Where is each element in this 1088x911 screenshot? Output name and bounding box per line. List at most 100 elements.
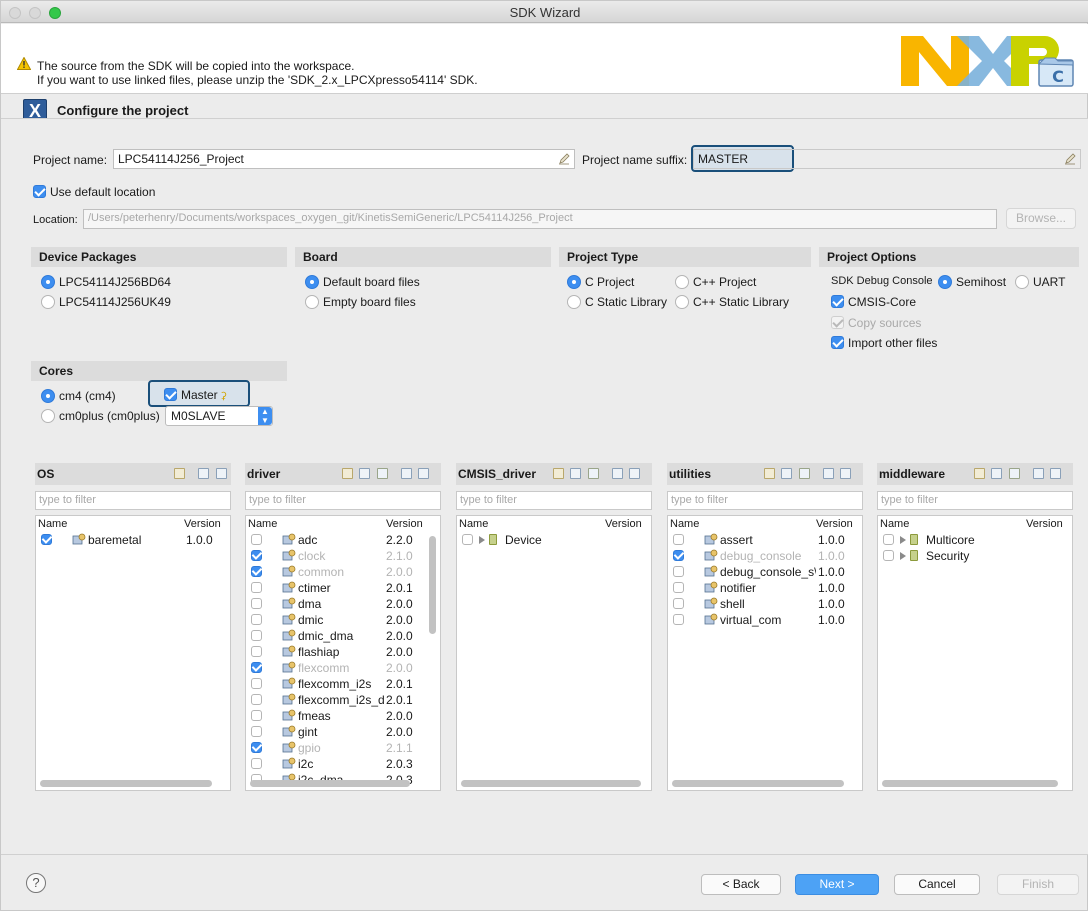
checkbox-unchecked-icon[interactable]	[251, 582, 262, 593]
list-item[interactable]: assert 1.0.0	[668, 532, 862, 548]
edit-pencil-icon[interactable]	[342, 468, 353, 479]
location-input[interactable]: /Users/peterhenry/Documents/workspaces_o…	[83, 209, 997, 229]
list-item[interactable]: notifier 1.0.0	[668, 580, 862, 596]
horizontal-scrollbar[interactable]	[40, 780, 212, 787]
copy-sources-checkbox[interactable]: Copy sources	[831, 316, 921, 330]
back-button[interactable]: < Back	[701, 874, 781, 895]
utilities-filter-input[interactable]: type to filter	[667, 491, 863, 510]
expand-all-icon[interactable]	[612, 468, 624, 479]
project-type-c-static[interactable]: C Static Library	[567, 295, 667, 309]
expand-arrow-icon[interactable]	[900, 536, 906, 544]
checkbox-checked-icon[interactable]	[251, 550, 262, 561]
core-cm0plus[interactable]: cm0plus (cm0plus)	[41, 409, 160, 423]
checkbox-unchecked-icon[interactable]	[673, 582, 684, 593]
horizontal-scrollbar[interactable]	[461, 780, 641, 787]
project-type-cpp-static[interactable]: C++ Static Library	[675, 295, 789, 309]
device-package-option-2[interactable]: LPC54114J256UK49	[41, 295, 171, 309]
debug-console-uart[interactable]: UART	[1015, 275, 1065, 289]
list-item[interactable]: debug_console 1.0.0	[668, 548, 862, 564]
checkbox-unchecked-icon[interactable]	[673, 614, 684, 625]
dependencies-icon[interactable]	[1008, 468, 1020, 479]
expand-all-icon[interactable]	[401, 468, 413, 479]
checkbox-checked-icon[interactable]	[41, 534, 52, 545]
checkbox-unchecked-icon[interactable]	[673, 598, 684, 609]
checkbox-unchecked-icon[interactable]	[673, 534, 684, 545]
collapse-all-icon[interactable]	[1050, 468, 1062, 479]
list-item[interactable]: clock 2.1.0	[246, 548, 440, 564]
list-item[interactable]: virtual_com 1.0.0	[668, 612, 862, 628]
expand-all-icon[interactable]	[198, 468, 210, 479]
checkbox-checked-icon[interactable]	[251, 566, 262, 577]
checkbox-unchecked-icon[interactable]	[883, 550, 894, 561]
import-other-files-checkbox[interactable]: Import other files	[831, 336, 937, 350]
help-icon[interactable]: ?	[26, 873, 46, 893]
list-item[interactable]: gpio 2.1.1	[246, 740, 440, 756]
driver-filter-input[interactable]: type to filter	[245, 491, 441, 510]
finish-button[interactable]: Finish	[997, 874, 1079, 895]
expand-arrow-icon[interactable]	[479, 536, 485, 544]
list-item[interactable]: adc 2.2.0	[246, 532, 440, 548]
slave-core-select[interactable]: M0SLAVE ▲ ▼	[165, 406, 273, 426]
list-item[interactable]: flexcomm_i2s 2.0.1	[246, 676, 440, 692]
checkbox-unchecked-icon[interactable]	[883, 534, 894, 545]
list-item[interactable]: dma 2.0.0	[246, 596, 440, 612]
cmsis-driver-filter-input[interactable]: type to filter	[456, 491, 652, 510]
checkbox-unchecked-icon[interactable]	[251, 646, 262, 657]
debug-console-semihost[interactable]: Semihost	[938, 275, 1006, 289]
collapse-all-icon[interactable]	[840, 468, 852, 479]
dependencies-icon[interactable]	[587, 468, 599, 479]
expand-all-icon[interactable]	[1033, 468, 1045, 479]
collapse-all-icon[interactable]	[629, 468, 641, 479]
horizontal-scrollbar[interactable]	[882, 780, 1058, 787]
collapse-all-icon[interactable]	[418, 468, 430, 479]
list-item[interactable]: flexcomm_i2s_d 2.0.1	[246, 692, 440, 708]
list-item[interactable]: fmeas 2.0.0	[246, 708, 440, 724]
checkbox-unchecked-icon[interactable]	[251, 758, 262, 769]
expand-all-icon[interactable]	[823, 468, 835, 479]
list-item[interactable]: i2c 2.0.3	[246, 756, 440, 772]
project-type-cpp[interactable]: C++ Project	[675, 275, 756, 289]
dependencies-icon[interactable]	[798, 468, 810, 479]
checkbox-unchecked-icon[interactable]	[251, 534, 262, 545]
vertical-scrollbar[interactable]	[429, 536, 436, 634]
collapse-all-icon[interactable]	[215, 468, 227, 479]
checkbox-unchecked-icon[interactable]	[251, 710, 262, 721]
checkbox-unchecked-icon[interactable]	[462, 534, 473, 545]
checkbox-unchecked-icon[interactable]	[251, 678, 262, 689]
project-type-c[interactable]: C Project	[567, 275, 634, 289]
checkbox-unchecked-icon[interactable]	[673, 566, 684, 577]
list-item[interactable]: flashiap 2.0.0	[246, 644, 440, 660]
list-item[interactable]: Multicore	[878, 532, 1072, 548]
device-package-option-1[interactable]: LPC54114J256BD64	[41, 275, 171, 289]
project-suffix-input[interactable]: MASTER	[693, 149, 1081, 169]
checkbox-unchecked-icon[interactable]	[251, 614, 262, 625]
select-all-icon[interactable]	[359, 468, 371, 479]
select-all-icon[interactable]	[781, 468, 793, 479]
list-item[interactable]: gint 2.0.0	[246, 724, 440, 740]
browse-button[interactable]: Browse...	[1006, 208, 1076, 229]
list-item[interactable]: dmic_dma 2.0.0	[246, 628, 440, 644]
os-filter-input[interactable]: type to filter	[35, 491, 231, 510]
list-item[interactable]: common 2.0.0	[246, 564, 440, 580]
dependencies-icon[interactable]	[376, 468, 388, 479]
checkbox-unchecked-icon[interactable]	[251, 726, 262, 737]
select-all-icon[interactable]	[570, 468, 582, 479]
checkbox-unchecked-icon[interactable]	[251, 598, 262, 609]
middleware-filter-input[interactable]: type to filter	[877, 491, 1073, 510]
board-option-default[interactable]: Default board files	[305, 275, 420, 289]
next-button[interactable]: Next >	[795, 874, 879, 895]
list-item[interactable]: baremetal 1.0.0	[36, 532, 230, 548]
checkbox-checked-icon[interactable]	[673, 550, 684, 561]
use-default-location-checkbox[interactable]: Use default location	[33, 185, 155, 199]
list-item[interactable]: shell 1.0.0	[668, 596, 862, 612]
checkbox-checked-icon[interactable]	[251, 662, 262, 673]
horizontal-scrollbar[interactable]	[672, 780, 844, 787]
list-item[interactable]: Security	[878, 548, 1072, 564]
list-item[interactable]: debug_console_s\ 1.0.0	[668, 564, 862, 580]
project-name-input[interactable]: LPC54114J256_Project	[113, 149, 575, 169]
list-item[interactable]: ctimer 2.0.1	[246, 580, 440, 596]
edit-pencil-icon[interactable]	[764, 468, 775, 479]
core-cm4[interactable]: cm4 (cm4)	[41, 389, 116, 403]
horizontal-scrollbar[interactable]	[250, 780, 410, 787]
select-all-icon[interactable]	[991, 468, 1003, 479]
